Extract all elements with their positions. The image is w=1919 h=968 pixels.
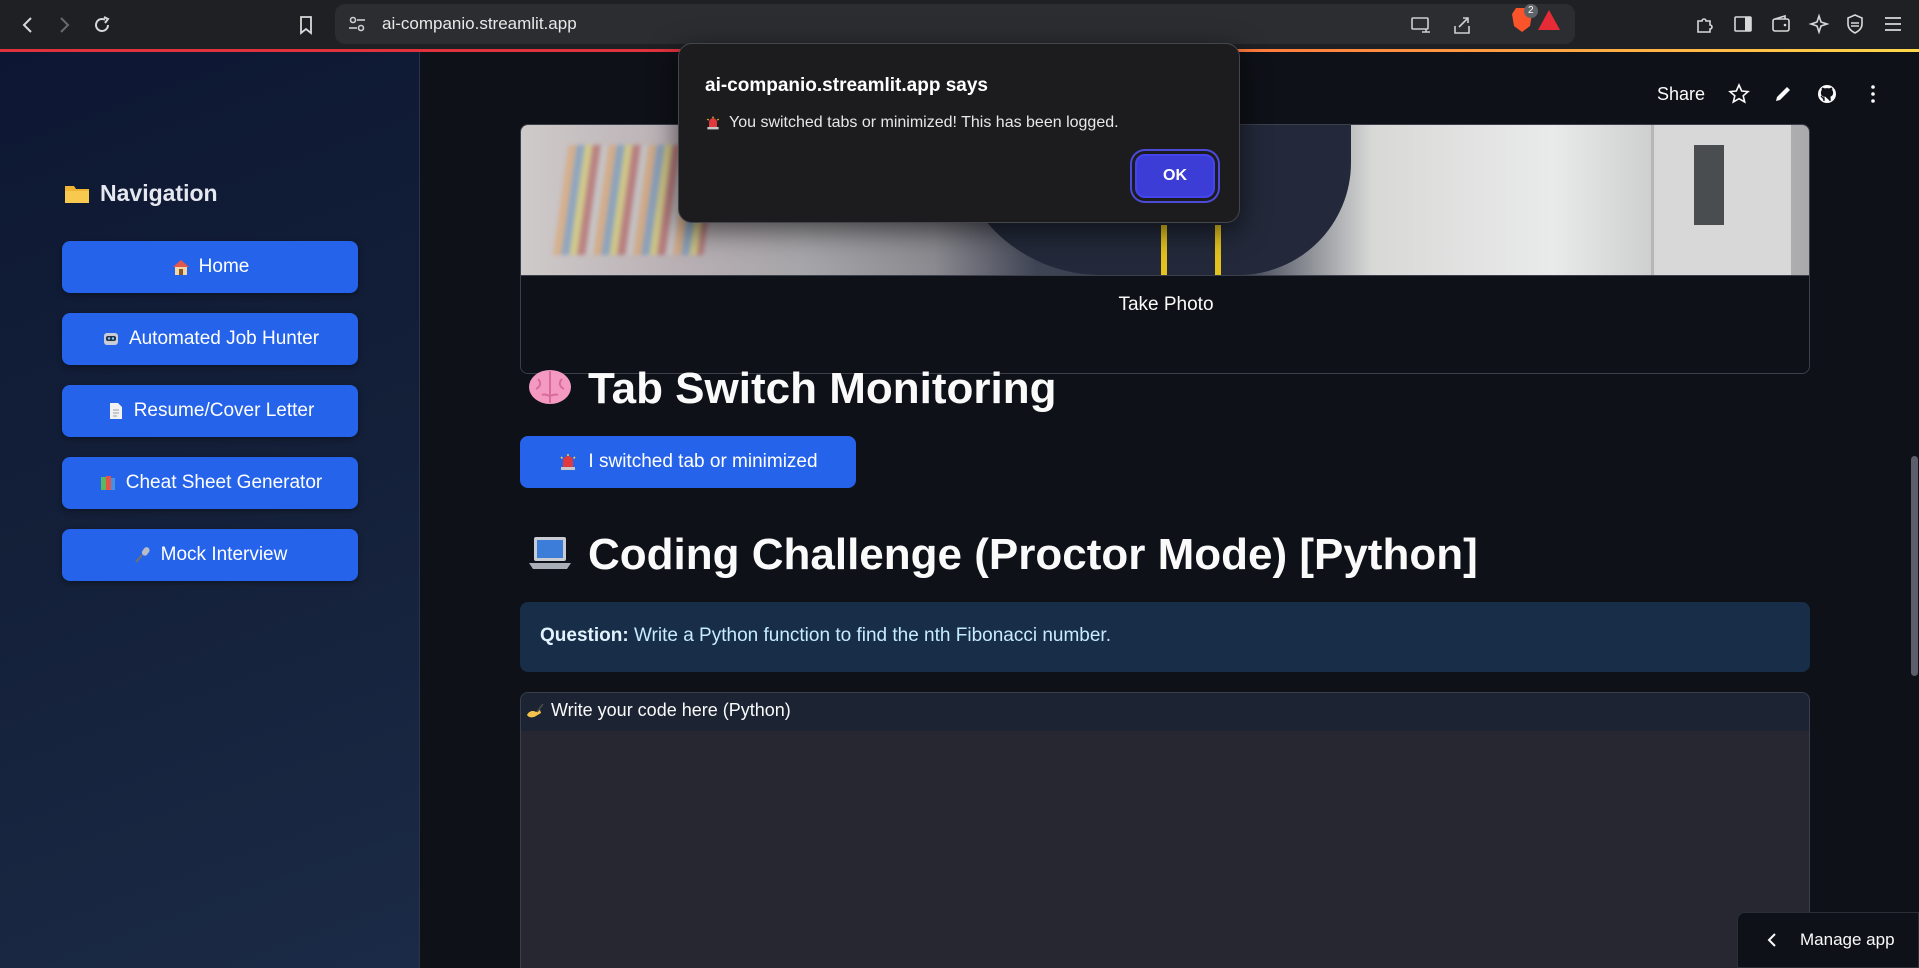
- document-icon: [109, 403, 122, 419]
- wallet-icon[interactable]: [1768, 11, 1794, 37]
- code-editor[interactable]: Write your code here (Python): [520, 692, 1810, 968]
- cast-icon[interactable]: [1410, 14, 1432, 36]
- switched-tab-button[interactable]: I switched tab or minimized: [520, 436, 856, 488]
- edit-icon[interactable]: [1771, 82, 1795, 106]
- writing-hand-icon: [527, 703, 544, 717]
- shields-count-badge: 2: [1524, 4, 1538, 18]
- scrollbar-thumb[interactable]: [1911, 456, 1918, 676]
- forward-icon[interactable]: [48, 9, 80, 41]
- sidebar: Navigation Home Automated Job Hunter Res…: [0, 52, 420, 968]
- question-text: Question: Write a Python function to fin…: [540, 625, 1111, 647]
- url-text[interactable]: ai-companio.streamlit.app: [382, 14, 577, 34]
- tab-switch-heading: Tab Switch Monitoring: [526, 364, 1056, 414]
- sidebar-item-label: Mock Interview: [160, 544, 288, 565]
- sidebar-item-home[interactable]: Home: [62, 241, 358, 293]
- leo-ai-icon[interactable]: [1806, 11, 1832, 37]
- address-bar[interactable]: ai-companio.streamlit.app: [335, 4, 1575, 44]
- sidebar-title: Navigation: [64, 180, 218, 207]
- chevron-left-icon: [1767, 933, 1776, 947]
- coding-heading-text: Coding Challenge (Proctor Mode) [Python]: [588, 530, 1478, 579]
- code-editor-label: Write your code here (Python): [525, 700, 791, 721]
- menu-icon[interactable]: [1880, 11, 1906, 37]
- share-button[interactable]: Share: [1657, 84, 1705, 105]
- laptop-icon: [529, 537, 571, 569]
- ok-button[interactable]: OK: [1135, 154, 1215, 198]
- dialog-message: You switched tabs or minimized! This has…: [705, 114, 1119, 132]
- siren-icon: [706, 116, 720, 130]
- question-body: Write a Python function to find the nth …: [633, 625, 1111, 646]
- bookmark-icon[interactable]: [290, 9, 322, 41]
- dialog-title: ai-companio.streamlit.app says: [705, 75, 988, 96]
- more-icon[interactable]: [1861, 82, 1885, 106]
- switched-tab-button-label: I switched tab or minimized: [588, 451, 818, 472]
- coding-heading: Coding Challenge (Proctor Mode) [Python]: [526, 530, 1478, 580]
- share-icon[interactable]: [1451, 14, 1473, 36]
- sidebar-item-resume[interactable]: Resume/Cover Letter: [62, 385, 358, 437]
- sidebar-item-label: Cheat Sheet Generator: [125, 472, 323, 493]
- back-icon[interactable]: [12, 9, 44, 41]
- folder-icon: [65, 186, 89, 203]
- sidebar-icon[interactable]: [1730, 11, 1756, 37]
- brain-icon: [529, 370, 571, 404]
- site-settings-icon[interactable]: [347, 14, 367, 34]
- sidebar-item-label: Automated Job Hunter: [128, 328, 320, 349]
- vpn-icon[interactable]: [1842, 11, 1868, 37]
- sidebar-item-cheat-sheet[interactable]: Cheat Sheet Generator: [62, 457, 358, 509]
- manage-app-label: Manage app: [1800, 930, 1895, 949]
- robot-icon: [103, 333, 118, 345]
- sidebar-item-job-hunter[interactable]: Automated Job Hunter: [62, 313, 358, 365]
- sidebar-item-label: Resume/Cover Letter: [133, 400, 315, 421]
- sidebar-title-label: Navigation: [100, 180, 218, 206]
- sidebar-item-label: Home: [198, 256, 250, 277]
- code-editor-label-text: Write your code here (Python): [551, 700, 791, 720]
- github-icon[interactable]: [1815, 82, 1839, 106]
- manage-app-button[interactable]: Manage app: [1737, 912, 1919, 968]
- brave-rewards-icon[interactable]: [1538, 10, 1560, 30]
- tab-switch-heading-text: Tab Switch Monitoring: [588, 364, 1057, 413]
- question-info-box: Question: Write a Python function to fin…: [520, 602, 1810, 672]
- siren-icon: [560, 454, 576, 470]
- take-photo-button[interactable]: Take Photo: [521, 275, 1809, 373]
- star-icon[interactable]: [1727, 82, 1751, 106]
- alert-dialog: ai-companio.streamlit.app says You switc…: [678, 43, 1240, 223]
- microphone-icon: [134, 547, 150, 563]
- question-label: Question:: [540, 625, 629, 646]
- books-icon: [100, 476, 115, 490]
- reload-icon[interactable]: [86, 9, 118, 41]
- house-icon: [172, 260, 189, 275]
- sidebar-item-mock-interview[interactable]: Mock Interview: [62, 529, 358, 581]
- take-photo-label: Take Photo: [1118, 294, 1214, 315]
- dialog-message-text: You switched tabs or minimized! This has…: [729, 114, 1119, 131]
- extensions-icon[interactable]: [1692, 11, 1718, 37]
